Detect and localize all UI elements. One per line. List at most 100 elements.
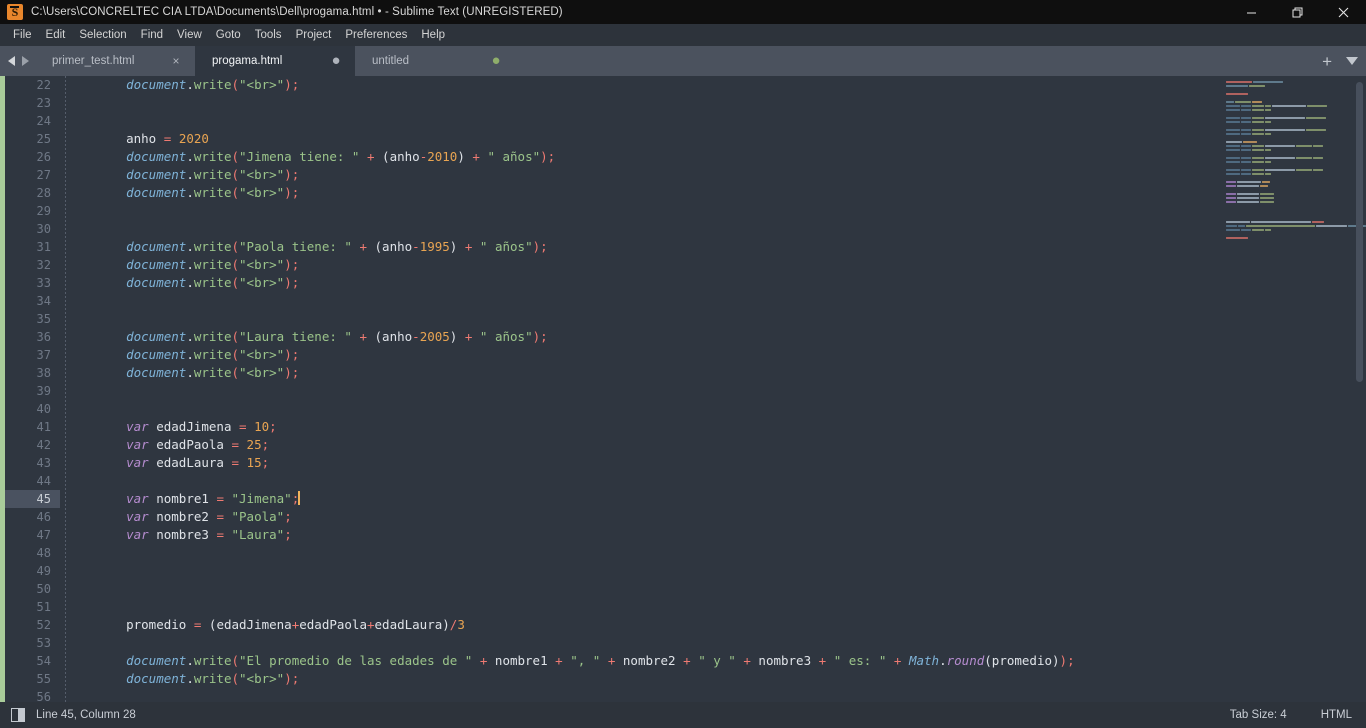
code-token: ( [984,653,992,668]
code-line[interactable] [60,202,1220,220]
code-editor[interactable]: document.write("<br>"); anho = 2020 docu… [60,76,1220,702]
code-token: ; [291,671,300,686]
code-line[interactable]: var edadLaura = 15; [60,454,1220,472]
code-token: var [126,419,149,434]
code-line[interactable] [60,562,1220,580]
tab-close-icon[interactable]: × [170,46,182,76]
code-line[interactable]: var nombre2 = "Paola"; [60,508,1220,526]
chevron-left-icon[interactable] [8,56,15,66]
code-line[interactable]: document.write("<br>"); [60,346,1220,364]
code-token: edadPaola [299,617,367,632]
menu-item-help[interactable]: Help [414,25,452,46]
code-line[interactable] [60,292,1220,310]
code-token: . [186,77,194,92]
minimap-segment [1226,120,1240,123]
chevron-right-icon[interactable] [22,56,29,66]
code-line[interactable]: var nombre3 = "Laura"; [60,526,1220,544]
minimap[interactable] [1220,76,1366,702]
line-number: 46 [36,510,51,524]
code-line[interactable]: document.write("Jimena tiene: " + (anho-… [60,148,1220,166]
code-line[interactable]: var edadJimena = 10; [60,418,1220,436]
minimap-line [1226,100,1366,103]
tab-progama-html[interactable]: progama.html ● [195,46,355,76]
minimap-segment [1237,192,1259,195]
minimap-segment [1235,100,1251,103]
minimap-segment [1226,192,1236,195]
code-line[interactable] [60,400,1220,418]
maximize-icon[interactable] [1274,0,1320,24]
code-line[interactable] [60,598,1220,616]
code-line[interactable] [60,472,1220,490]
syntax-mode[interactable]: HTML [1321,709,1366,721]
code-line[interactable]: document.write("El promedio de las edade… [60,652,1220,670]
minimap-segment [1241,156,1251,159]
code-line[interactable]: document.write("<br>"); [60,670,1220,688]
new-tab-button[interactable]: + [1322,53,1332,70]
menu-item-find[interactable]: Find [134,25,170,46]
code-token: ; [261,455,270,470]
menu-item-file[interactable]: File [6,25,39,46]
code-line[interactable]: promedio = (edadJimena+edadPaola+edadLau… [60,616,1220,634]
code-line[interactable]: document.write("<br>"); [60,364,1220,382]
code-line[interactable] [60,382,1220,400]
code-line[interactable]: document.write("Paola tiene: " + (anho-1… [60,238,1220,256]
code-token: . [186,185,194,200]
tab-size-setting[interactable]: Tab Size: 4 [1230,709,1321,721]
code-line[interactable] [60,220,1220,238]
code-token: " años" [487,149,541,164]
minimap-segment [1226,220,1250,223]
menu-item-view[interactable]: View [170,25,209,46]
close-icon[interactable] [1320,0,1366,24]
text-cursor [298,491,300,505]
code-line[interactable] [60,634,1220,652]
code-line[interactable]: var edadPaola = 25; [60,436,1220,454]
code-line[interactable]: document.write("<br>"); [60,256,1220,274]
code-line[interactable]: document.write("Laura tiene: " + (anho-2… [60,328,1220,346]
code-line[interactable]: anho = 2020 [60,130,1220,148]
code-line[interactable] [60,94,1220,112]
minimap-line [1226,204,1366,207]
code-token: ( [231,653,240,668]
tab-dirty-icon[interactable]: ● [330,46,342,76]
menu-item-goto[interactable]: Goto [209,25,248,46]
code-line[interactable]: document.write("<br>"); [60,76,1220,94]
menu-item-tools[interactable]: Tools [248,25,289,46]
tab-primer-test-html[interactable]: primer_test.html × [35,46,195,76]
code-token: ; [291,77,300,92]
code-line[interactable] [60,580,1220,598]
code-token: "<br>" [239,257,285,272]
tab-untitled[interactable]: untitled ● [355,46,515,76]
code-line[interactable]: document.write("<br>"); [60,274,1220,292]
code-line[interactable]: var nombre1 = "Jimena"; [60,490,1220,508]
code-line[interactable]: document.write("<br>"); [60,184,1220,202]
menu-item-preferences[interactable]: Preferences [338,25,414,46]
menu-item-edit[interactable]: Edit [39,25,73,46]
code-line[interactable] [60,112,1220,130]
minimap-segment [1313,156,1323,159]
line-number: 54 [36,654,51,668]
line-number: 43 [36,456,51,470]
minimize-icon[interactable] [1228,0,1274,24]
minimap-segment [1243,140,1257,143]
code-token: . [186,257,194,272]
minimap-scrollbar[interactable] [1356,82,1363,382]
minimap-segment [1226,200,1236,203]
minimap-line [1226,228,1366,231]
sidebar-toggle-icon[interactable] [11,708,25,722]
code-token: "<br>" [239,167,285,182]
menu-item-selection[interactable]: Selection [72,25,133,46]
line-number: 42 [36,438,51,452]
tab-dirty-icon[interactable]: ● [490,46,502,76]
code-line[interactable]: document.write("<br>"); [60,166,1220,184]
code-line[interactable] [60,310,1220,328]
minimap-segment [1262,180,1270,183]
menu-item-project[interactable]: Project [289,25,339,46]
code-token: document [126,185,187,200]
code-line[interactable] [60,688,1220,702]
chevron-down-icon[interactable] [1346,57,1358,65]
code-line[interactable] [60,544,1220,562]
